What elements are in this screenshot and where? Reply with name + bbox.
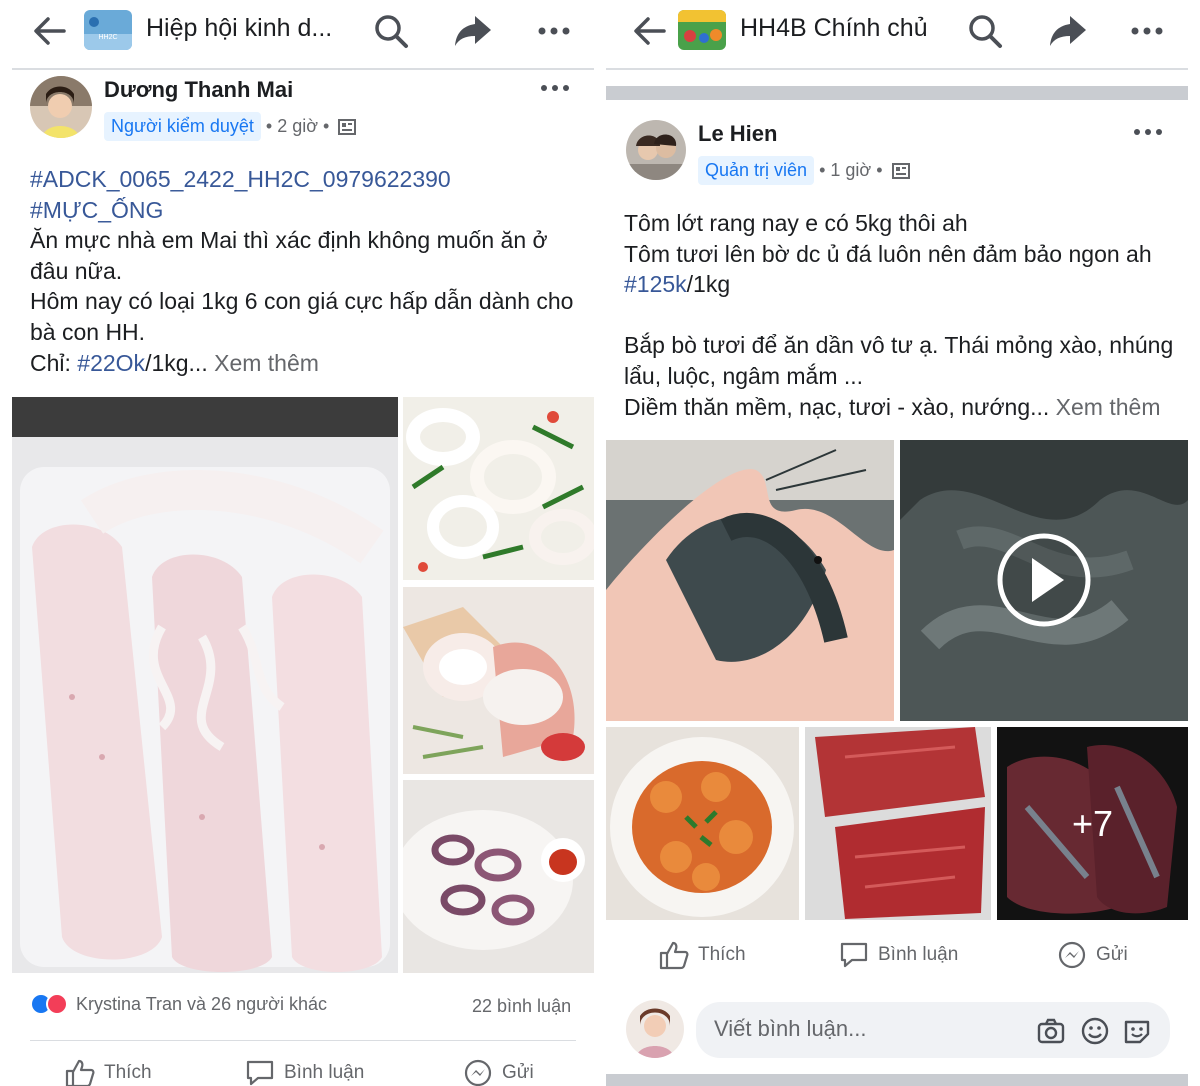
share-arrow-icon[interactable] — [1048, 12, 1088, 50]
like-button[interactable]: Thích — [64, 1058, 152, 1086]
camera-icon[interactable] — [1036, 1016, 1066, 1046]
emoji-icon[interactable] — [1080, 1016, 1110, 1046]
send-label: Gửi — [502, 1062, 534, 1083]
see-more-link[interactable]: Xem thêm — [1056, 394, 1161, 420]
post-video-shrimp[interactable] — [900, 440, 1188, 721]
author-name[interactable]: Le Hien — [698, 121, 777, 147]
group-icon-label: HH2C — [98, 34, 117, 41]
post-photo-more-beef[interactable]: +7 — [997, 727, 1188, 920]
messenger-icon — [462, 1058, 494, 1086]
post-photo-shrimp-hand[interactable] — [606, 440, 894, 721]
see-more-link[interactable]: Xem thêm — [214, 350, 319, 376]
price-suffix: /1kg — [686, 271, 731, 298]
comment-label: Bình luận — [284, 1062, 365, 1083]
group-icon[interactable]: HH2C — [84, 10, 132, 50]
like-button[interactable]: Thích — [658, 940, 746, 970]
like-label: Thích — [104, 1062, 152, 1083]
author-name[interactable]: Dương Thanh Mai — [104, 77, 293, 103]
feed-separator — [606, 1074, 1188, 1086]
post-text-line: Tôm lớt rang nay e có 5kg thôi ah — [624, 210, 968, 236]
more-options-icon[interactable] — [535, 12, 575, 50]
love-reaction-icon — [46, 993, 68, 1015]
comment-bubble-icon — [838, 940, 870, 970]
post-meta: Quản trị viên • 1 giờ • — [698, 156, 910, 185]
send-button[interactable]: Gửi — [1056, 940, 1128, 970]
price-hashtag-link[interactable]: #22Ok — [77, 350, 145, 376]
post-photo-beef[interactable] — [805, 727, 991, 920]
post-text-line: Diềm thăn mềm, nạc, tươi - xào, nướng... — [624, 393, 1050, 420]
post-text-line: Hôm nay có loại 1kg 6 con giá cực hấp dẫ… — [30, 288, 574, 345]
left-top-bar: HH2C Hiệp hội kinh d... — [0, 0, 600, 64]
price-suffix: /1kg... — [145, 349, 208, 376]
author-avatar[interactable] — [30, 76, 92, 138]
hashtag-link[interactable]: #MỰC_ỐNG — [30, 197, 163, 223]
left-post-panel: HH2C Hiệp hội kinh d... Dương Thanh Mai … — [0, 0, 600, 1086]
more-photos-count[interactable]: +7 — [997, 727, 1188, 920]
meta-dot: • — [819, 160, 826, 180]
group-title[interactable]: Hiệp hội kinh d... — [146, 14, 332, 43]
right-top-bar: HH4B Chính chủ — [600, 0, 1200, 64]
post-text-line: Tôm tươi lên bờ dc ủ đá luôn nên đảm bảo… — [624, 240, 1152, 267]
comment-input[interactable]: Viết bình luận... — [696, 1002, 1170, 1058]
group-icon[interactable] — [678, 10, 726, 50]
like-thumb-icon — [658, 940, 690, 970]
group-title[interactable]: HH4B Chính chủ — [740, 14, 928, 43]
meta-dot: • — [876, 160, 883, 180]
comment-bubble-icon — [244, 1058, 276, 1086]
send-button[interactable]: Gửi — [462, 1058, 534, 1086]
comment-label: Bình luận — [878, 944, 959, 965]
comment-button[interactable]: Bình luận — [838, 940, 958, 970]
messenger-icon — [1056, 940, 1088, 970]
role-badge: Quản trị viên — [698, 156, 815, 185]
meta-dot: • — [323, 116, 330, 136]
price-hashtag-link[interactable]: #125k — [624, 271, 687, 297]
role-badge: Người kiểm duyệt — [104, 112, 261, 141]
price-prefix: Chỉ: — [30, 349, 78, 376]
like-label: Thích — [698, 944, 746, 965]
comment-placeholder: Viết bình luận... — [714, 1016, 867, 1041]
post-text-line: Bắp bò tươi để ăn dần vô tư ạ. Thái mỏng… — [624, 332, 1174, 389]
post-time[interactable]: 1 giờ — [830, 160, 871, 181]
reactions-text: Krystina Tran và 26 người khác — [76, 993, 327, 1014]
post-time[interactable]: 2 giờ — [277, 116, 318, 137]
sticker-icon[interactable] — [1122, 1016, 1152, 1046]
meta-dot: • — [265, 116, 273, 136]
search-icon[interactable] — [372, 12, 412, 50]
post-photo-squid-rings-salad[interactable] — [403, 397, 594, 580]
post-photo-squid-main[interactable] — [12, 397, 398, 973]
comment-button[interactable]: Bình luận — [244, 1058, 364, 1086]
post-photo-squid-hand[interactable] — [403, 587, 594, 774]
back-arrow-icon[interactable] — [630, 14, 668, 48]
share-arrow-icon[interactable] — [453, 12, 493, 50]
top-bar-divider — [606, 68, 1188, 70]
post-photo-squid-plate[interactable] — [403, 780, 594, 973]
search-icon[interactable] — [966, 12, 1006, 50]
hashtag-link[interactable]: #ADCK_0065_2422_HH2C_0979622390 — [30, 166, 451, 192]
post-meta: Người kiểm duyệt • 2 giờ • — [104, 112, 357, 141]
author-avatar[interactable] — [626, 120, 686, 180]
post-text-line: Ăn mực nhà em Mai thì xác định không muố… — [30, 227, 548, 284]
reactions-summary[interactable]: Krystina Tran và 26 người khác — [30, 993, 327, 1015]
comments-count[interactable]: 22 bình luận — [472, 996, 571, 1017]
like-thumb-icon — [64, 1058, 96, 1086]
more-options-icon[interactable] — [1128, 12, 1168, 50]
current-user-avatar[interactable] — [626, 1000, 684, 1058]
send-label: Gửi — [1096, 944, 1128, 965]
post-body: #ADCK_0065_2422_HH2C_0979622390 #MỰC_ỐNG… — [30, 164, 590, 378]
post-photo-cooked-shrimp[interactable] — [606, 727, 799, 920]
group-privacy-icon — [891, 162, 910, 180]
top-bar-divider — [12, 68, 594, 70]
actions-divider — [30, 1040, 576, 1041]
group-privacy-icon — [338, 118, 357, 136]
post-options-icon[interactable] — [1133, 126, 1163, 138]
feed-separator — [606, 86, 1188, 100]
back-arrow-icon[interactable] — [30, 14, 68, 48]
post-body: Tôm lớt rang nay e có 5kg thôi ah Tôm tư… — [624, 208, 1180, 422]
post-options-icon[interactable] — [540, 82, 570, 94]
